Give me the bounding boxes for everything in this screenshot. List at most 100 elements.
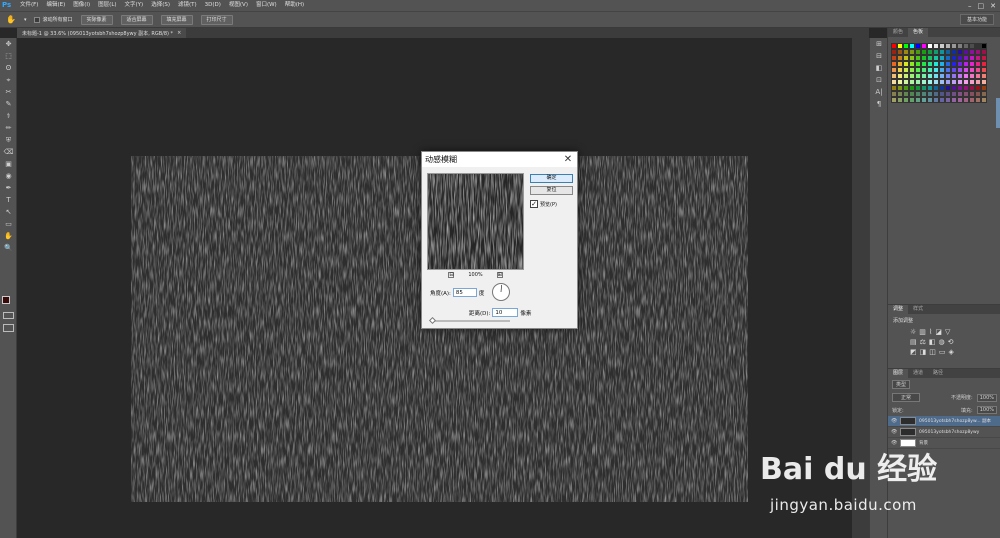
selective-color-icon[interactable]: ◈ <box>949 348 954 356</box>
workspace-select[interactable]: 基本功能 <box>959 14 994 25</box>
gradient-map-icon[interactable]: ▭ <box>939 348 946 356</box>
zoom-in-button[interactable]: ⊞ <box>496 272 503 278</box>
tool-icon[interactable]: ▭ <box>0 218 17 230</box>
actual-pixels-button[interactable]: 实际像素 <box>80 14 113 25</box>
menu-item[interactable]: 滤镜(T) <box>174 0 201 11</box>
blend-mode-select[interactable]: 正常 <box>892 393 921 402</box>
tab-channels[interactable]: 通道 <box>908 369 928 378</box>
tab-swatches[interactable]: 色板 <box>908 28 929 37</box>
dock-panel-icon[interactable]: ⊟ <box>870 50 888 62</box>
quick-mask-icon[interactable] <box>3 312 14 319</box>
angle-dial[interactable] <box>492 283 510 301</box>
maximize-button[interactable]: □ <box>978 2 985 10</box>
ok-button[interactable]: 确定 <box>530 174 573 183</box>
tool-icon[interactable]: ⌖ <box>0 74 17 86</box>
scroll-all-windows-label: 滚动所有窗口 <box>42 17 73 23</box>
color-swatch[interactable] <box>981 97 987 103</box>
menu-item[interactable]: 文件(F) <box>16 0 42 11</box>
tool-icon[interactable]: ✥ <box>0 38 17 50</box>
curves-icon[interactable]: ⌇ <box>929 328 932 336</box>
visibility-eye-icon[interactable]: 👁 <box>891 429 897 435</box>
tool-icon[interactable]: 🔍 <box>0 242 17 254</box>
distance-input[interactable] <box>492 308 519 317</box>
tool-icon[interactable]: ✋ <box>0 230 17 242</box>
opacity-input[interactable]: 100% <box>976 393 997 402</box>
motion-blur-dialog: 动感模糊 ✕ 确定 复位 ✓ 预览(P) ⊟ 100% ⊞ 角度(A): 度 距… <box>421 151 578 329</box>
print-size-button[interactable]: 打印尺寸 <box>200 14 233 25</box>
tool-icon[interactable]: ⌫ <box>0 146 17 158</box>
menu-item[interactable]: 窗口(W) <box>252 0 281 11</box>
dialog-close-icon[interactable]: ✕ <box>561 153 575 166</box>
vibrance-icon[interactable]: ▽ <box>945 328 950 336</box>
color-balance-icon[interactable]: ⚖ <box>920 338 926 346</box>
tool-icon[interactable]: ▣ <box>0 158 17 170</box>
preview-checkbox[interactable]: ✓ 预览(P) <box>530 200 557 208</box>
angle-input[interactable] <box>452 288 477 297</box>
dock-panel-icon[interactable]: A| <box>870 86 888 98</box>
channel-mixer-icon[interactable]: ⟲ <box>948 338 954 346</box>
levels-icon[interactable]: ▥ <box>919 328 926 336</box>
visibility-eye-icon[interactable]: 👁 <box>891 418 897 424</box>
menu-item[interactable]: 选择(S) <box>147 0 174 11</box>
watermark-url: jingyan.baidu.com <box>770 496 917 514</box>
tool-icon[interactable]: ◉ <box>0 170 17 182</box>
tool-icon[interactable]: ⬚ <box>0 50 17 62</box>
dock-panel-icon[interactable]: ⊡ <box>870 74 888 86</box>
menu-item[interactable]: 3D(D) <box>201 0 225 11</box>
tool-icon[interactable]: ✒ <box>0 182 17 194</box>
dock-panel-icon[interactable]: ⊞ <box>870 38 888 50</box>
minimize-button[interactable]: – <box>968 2 972 10</box>
brightness-icon[interactable]: ☼ <box>910 328 916 336</box>
tool-icon[interactable]: ↖ <box>0 206 17 218</box>
tab-styles[interactable]: 样式 <box>908 305 928 314</box>
fit-screen-button[interactable]: 适合屏幕 <box>120 14 153 25</box>
tool-icon[interactable]: ✎ <box>0 98 17 110</box>
tool-icon[interactable]: ⛨ <box>0 134 17 146</box>
photo-filter-icon[interactable]: ◍ <box>939 338 945 346</box>
menu-item[interactable]: 帮助(H) <box>281 0 308 11</box>
zoom-out-button[interactable]: ⊟ <box>448 272 455 278</box>
fill-input[interactable]: 100% <box>976 406 997 414</box>
tool-icon[interactable]: ⚕ <box>0 110 17 122</box>
checkbox-box[interactable] <box>34 16 41 23</box>
preview-checkbox-box[interactable]: ✓ <box>530 200 538 208</box>
menu-item[interactable]: 图像(I) <box>69 0 94 11</box>
menu-item[interactable]: 图层(L) <box>94 0 120 11</box>
distance-slider-track[interactable] <box>430 320 510 322</box>
menu-item[interactable]: 编辑(E) <box>42 0 69 11</box>
tab-adjustments[interactable]: 调整 <box>888 305 909 314</box>
posterize-icon[interactable]: ◨ <box>920 348 927 356</box>
layer-row[interactable]: 👁 095013yotsbh7shozp8yw... 副本 <box>888 416 1000 427</box>
tool-preset-dropdown-icon[interactable]: ▾ <box>24 17 27 23</box>
filter-preview[interactable] <box>427 173 524 270</box>
bw-icon[interactable]: ◧ <box>929 338 936 346</box>
dock-panel-icon[interactable]: ¶ <box>870 98 888 110</box>
invert-icon[interactable]: ◩ <box>910 348 917 356</box>
hand-tool-icon[interactable]: ✋ <box>6 15 16 24</box>
layer-kind-select[interactable]: 类型 <box>892 380 911 389</box>
scroll-all-windows-checkbox[interactable]: 滚动所有窗口 <box>34 16 73 23</box>
swatches-scrollbar[interactable] <box>996 98 1000 128</box>
document-tab[interactable]: 未标题-1 @ 33.6% (095013yotsbh7shozp8ywy 副本… <box>17 28 187 38</box>
close-button[interactable]: ✕ <box>990 2 996 10</box>
tab-layers[interactable]: 图层 <box>888 369 909 378</box>
menu-item[interactable]: 视图(V) <box>225 0 252 11</box>
tab-color[interactable]: 颜色 <box>888 28 908 37</box>
tool-icon[interactable]: ✏ <box>0 122 17 134</box>
document-tab-close-icon[interactable]: × <box>177 30 181 36</box>
fill-screen-button[interactable]: 填充屏幕 <box>160 14 193 25</box>
threshold-icon[interactable]: ◫ <box>929 348 936 356</box>
layer-row[interactable]: 👁 095013yotsbh7shozp8ywy <box>888 427 1000 438</box>
distance-slider-thumb[interactable] <box>428 316 437 325</box>
reset-button[interactable]: 复位 <box>530 186 573 195</box>
tool-icon[interactable]: ✂ <box>0 86 17 98</box>
hue-sat-icon[interactable]: ▤ <box>910 338 917 346</box>
tool-icon[interactable]: T <box>0 194 17 206</box>
tab-paths[interactable]: 路径 <box>928 369 948 378</box>
menu-item[interactable]: 文字(Y) <box>121 0 148 11</box>
tool-icon[interactable]: ʘ <box>0 62 17 74</box>
screen-mode-icon[interactable] <box>3 324 14 332</box>
foreground-color-swatch[interactable] <box>2 296 10 304</box>
exposure-icon[interactable]: ◪ <box>935 328 942 336</box>
dock-panel-icon[interactable]: ◧ <box>870 62 888 74</box>
